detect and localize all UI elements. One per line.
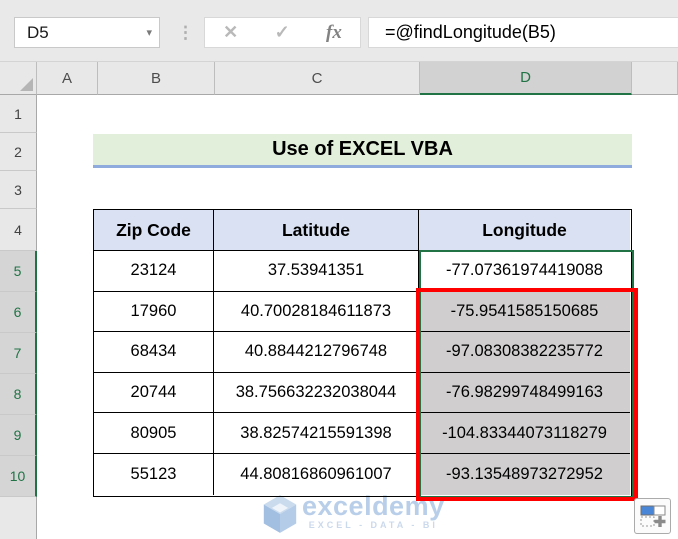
row-header-6[interactable]: 6 xyxy=(0,292,37,333)
column-header-filler xyxy=(632,62,678,95)
row-header-1[interactable]: 1 xyxy=(0,95,37,133)
quick-analysis-icon xyxy=(640,505,666,527)
column-header-b[interactable]: B xyxy=(98,62,215,95)
cell-lng-row9[interactable]: -104.83344073118279 xyxy=(419,413,630,454)
quick-analysis-button[interactable] xyxy=(634,498,671,534)
cell-lat-row9[interactable]: 38.82574215591398 xyxy=(214,413,419,454)
chevron-down-icon[interactable]: ▾ xyxy=(146,18,152,47)
name-box-value: D5 xyxy=(27,22,49,42)
cell-lng-row7[interactable]: -97.08308382235772 xyxy=(419,332,630,373)
cell-lng-row6[interactable]: -75.9541585150685 xyxy=(419,291,630,333)
row-header-10[interactable]: 10 xyxy=(0,456,37,497)
select-all-corner[interactable] xyxy=(0,62,37,95)
enter-icon[interactable]: ✓ xyxy=(275,22,290,43)
exceldemy-watermark: exceldemy EXCEL - DATA - BI xyxy=(262,491,445,534)
insert-function-icon[interactable]: fx xyxy=(326,22,342,44)
banner-text: Use of EXCEL VBA xyxy=(272,138,453,160)
data-table: Zip Code Latitude Longitude 23124 37.5394… xyxy=(93,209,632,497)
name-box[interactable]: D5 ▾ xyxy=(14,17,160,48)
cell-lat-row8[interactable]: 38.756632232038044 xyxy=(214,372,419,414)
exceldemy-cube-icon xyxy=(263,495,297,533)
formula-bar-strip: D5 ▾ ⋮ ✕ ✓ fx =@findLongitude(B5) xyxy=(0,0,678,62)
cell-zip-row6[interactable]: 17960 xyxy=(94,291,214,333)
cell-lat-row7[interactable]: 40.8844212796748 xyxy=(214,332,419,373)
more-options-icon[interactable]: ⋮ xyxy=(177,17,194,48)
cell-zip-row10[interactable]: 55123 xyxy=(94,453,214,495)
row-header-7[interactable]: 7 xyxy=(0,333,37,374)
cell-lng-row5[interactable]: -77.07361974419088 xyxy=(419,251,630,292)
table-header-latitude[interactable]: Latitude xyxy=(214,210,419,251)
cell-lat-row10[interactable]: 44.80816860961007 xyxy=(214,453,419,495)
column-header-c[interactable]: C xyxy=(215,62,420,95)
row-header-5[interactable]: 5 xyxy=(0,251,37,292)
formula-text: =@findLongitude(B5) xyxy=(385,22,556,42)
row-header-2[interactable]: 2 xyxy=(0,133,37,171)
table-header-zip[interactable]: Zip Code xyxy=(94,210,214,251)
row-header-9[interactable]: 9 xyxy=(0,415,37,456)
cell-zip-row9[interactable]: 80905 xyxy=(94,413,214,454)
cell-lng-row8[interactable]: -76.98299748499163 xyxy=(419,372,630,414)
cell-zip-row5[interactable]: 23124 xyxy=(94,251,214,292)
title-banner-cell[interactable]: Use of EXCEL VBA xyxy=(93,134,632,168)
table-header-longitude[interactable]: Longitude xyxy=(419,210,630,251)
row-header-11-partial[interactable] xyxy=(0,497,37,539)
cell-lng-row10[interactable]: -93.13548973272952 xyxy=(419,453,630,495)
column-header-d[interactable]: D xyxy=(420,62,632,95)
cell-lat-row5[interactable]: 37.53941351 xyxy=(214,251,419,292)
row-header-4[interactable]: 4 xyxy=(0,209,37,251)
formula-input[interactable]: =@findLongitude(B5) xyxy=(368,17,678,48)
cell-zip-row7[interactable]: 68434 xyxy=(94,332,214,373)
cell-zip-row8[interactable]: 20744 xyxy=(94,372,214,414)
row-header-8[interactable]: 8 xyxy=(0,374,37,415)
watermark-brand: exceldemy xyxy=(302,491,445,521)
watermark-tagline: EXCEL - DATA - BI xyxy=(308,520,438,530)
formula-buttons: ✕ ✓ fx xyxy=(204,17,361,48)
excel-window: D5 ▾ ⋮ ✕ ✓ fx =@findLongitude(B5) A B C … xyxy=(0,0,678,539)
cancel-icon[interactable]: ✕ xyxy=(223,22,238,43)
row-header-3[interactable]: 3 xyxy=(0,171,37,209)
column-header-a[interactable]: A xyxy=(37,62,98,95)
cell-lat-row6[interactable]: 40.70028184611873 xyxy=(214,291,419,333)
